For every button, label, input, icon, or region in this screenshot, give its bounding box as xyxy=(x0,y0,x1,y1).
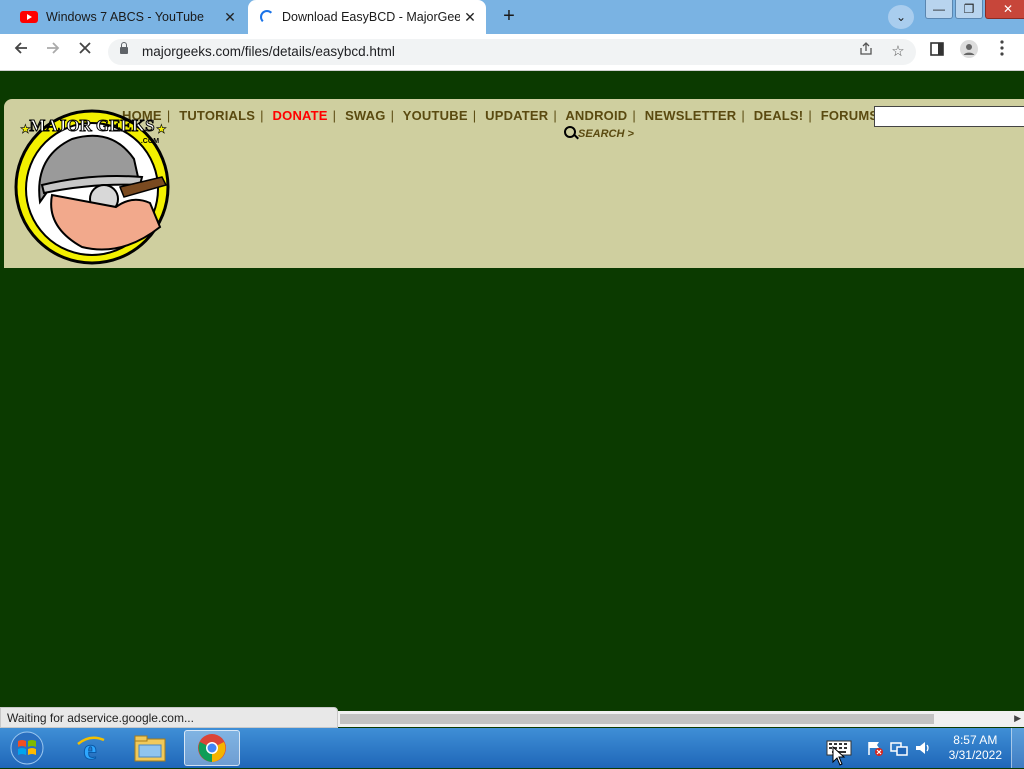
browser-toolbar: majorgeeks.com/files/details/easybcd.htm… xyxy=(0,34,1024,71)
action-center-flag-icon[interactable] xyxy=(866,740,884,756)
clock-time: 8:57 AM xyxy=(953,733,998,747)
address-bar[interactable]: majorgeeks.com/files/details/easybcd.htm… xyxy=(108,39,916,65)
show-desktop-button[interactable] xyxy=(1011,728,1024,768)
minimize-button[interactable]: — xyxy=(925,0,953,19)
close-window-button[interactable]: ✕ xyxy=(985,0,1024,19)
menu-kebab-icon[interactable] xyxy=(990,40,1014,64)
nav-newsletter[interactable]: NEWSLETTER xyxy=(645,108,737,123)
taskbar-clock[interactable]: 8:57 AM 3/31/2022 xyxy=(949,733,1002,763)
nav-android[interactable]: ANDROID xyxy=(565,108,627,123)
share-icon[interactable] xyxy=(854,40,878,64)
mouse-cursor-icon xyxy=(832,746,846,766)
nav-tutorials[interactable]: TUTORIALS xyxy=(179,108,255,123)
network-icon[interactable] xyxy=(890,740,908,756)
search-link-label: SEARCH > xyxy=(578,128,634,140)
nav-swag[interactable]: SWAG xyxy=(345,108,386,123)
scroll-right-arrow-icon[interactable]: ▶ xyxy=(1014,713,1021,724)
search-link[interactable]: SEARCH > xyxy=(564,126,634,140)
url-text[interactable]: majorgeeks.com/files/details/easybcd.htm… xyxy=(142,44,395,59)
back-arrow-icon[interactable] xyxy=(9,40,33,64)
bookmark-star-icon[interactable]: ☆ xyxy=(886,40,910,64)
nav-youtube[interactable]: YOUTUBE xyxy=(403,108,468,123)
majorgeeks-logo[interactable]: MAJOR GEEKS .COM ★ ★ xyxy=(12,107,176,265)
horizontal-scrollbar[interactable]: ▶ xyxy=(338,711,1024,727)
logo-wordmark: MAJOR GEEKS xyxy=(29,116,154,135)
tab-title: Download EasyBCD - MajorGeeks xyxy=(282,10,460,24)
start-button[interactable] xyxy=(6,731,48,765)
windows-taskbar: e 8:57 AM 3/31/2022 xyxy=(0,728,1024,768)
tab-search-button[interactable]: ⌄ xyxy=(888,5,914,29)
loading-icon xyxy=(260,10,274,24)
tab-title: Windows 7 ABCS - YouTube xyxy=(46,10,204,24)
tab-strip: Windows 7 ABCS - YouTube ✕ Download Easy… xyxy=(0,0,1024,34)
site-nav: HOME | TUTORIALS | DONATE | SWAG | YOUTUBE | … xyxy=(122,108,887,123)
tab-close-button[interactable]: ✕ xyxy=(220,9,240,26)
nav-deals[interactable]: DEALS! xyxy=(754,108,804,123)
nav-updater[interactable]: UPDATER xyxy=(485,108,548,123)
nav-forums[interactable]: FORUMS xyxy=(821,108,879,123)
window-controls: — ❐ ✕ xyxy=(925,0,1024,20)
restore-button[interactable]: ❐ xyxy=(955,0,983,19)
stop-loading-icon[interactable] xyxy=(73,40,97,64)
tab-youtube[interactable]: Windows 7 ABCS - YouTube ✕ xyxy=(8,0,246,34)
profile-avatar-icon[interactable] xyxy=(957,40,981,64)
tab-close-button[interactable]: ✕ xyxy=(460,9,480,26)
scrollbar-thumb[interactable] xyxy=(340,714,934,724)
magnifier-icon xyxy=(564,126,576,138)
star-icon: ★ xyxy=(156,122,167,136)
internet-explorer-icon[interactable]: e xyxy=(62,730,118,767)
youtube-icon xyxy=(20,11,38,23)
star-icon: ★ xyxy=(20,122,31,136)
logo-sub-text: .COM xyxy=(141,138,159,145)
page-viewport: HOME | TUTORIALS | DONATE | SWAG | YOUTUBE | … xyxy=(0,71,1024,707)
chrome-taskbar-icon[interactable] xyxy=(184,730,240,766)
file-explorer-icon[interactable] xyxy=(122,730,178,766)
tab-majorgeeks[interactable]: Download EasyBCD - MajorGeeks ✕ xyxy=(248,0,486,34)
status-bubble: Waiting for adservice.google.com... xyxy=(0,707,338,728)
new-tab-button[interactable]: + xyxy=(496,5,522,29)
clock-date: 3/31/2022 xyxy=(948,748,1002,762)
side-panel-icon[interactable] xyxy=(925,40,949,64)
volume-icon[interactable] xyxy=(914,740,932,756)
site-search-input[interactable] xyxy=(874,106,1024,127)
site-header: HOME | TUTORIALS | DONATE | SWAG | YOUTUBE | … xyxy=(4,99,1024,268)
forward-arrow-icon[interactable] xyxy=(41,40,65,64)
nav-donate[interactable]: DONATE xyxy=(273,108,328,123)
lock-icon xyxy=(120,42,128,54)
